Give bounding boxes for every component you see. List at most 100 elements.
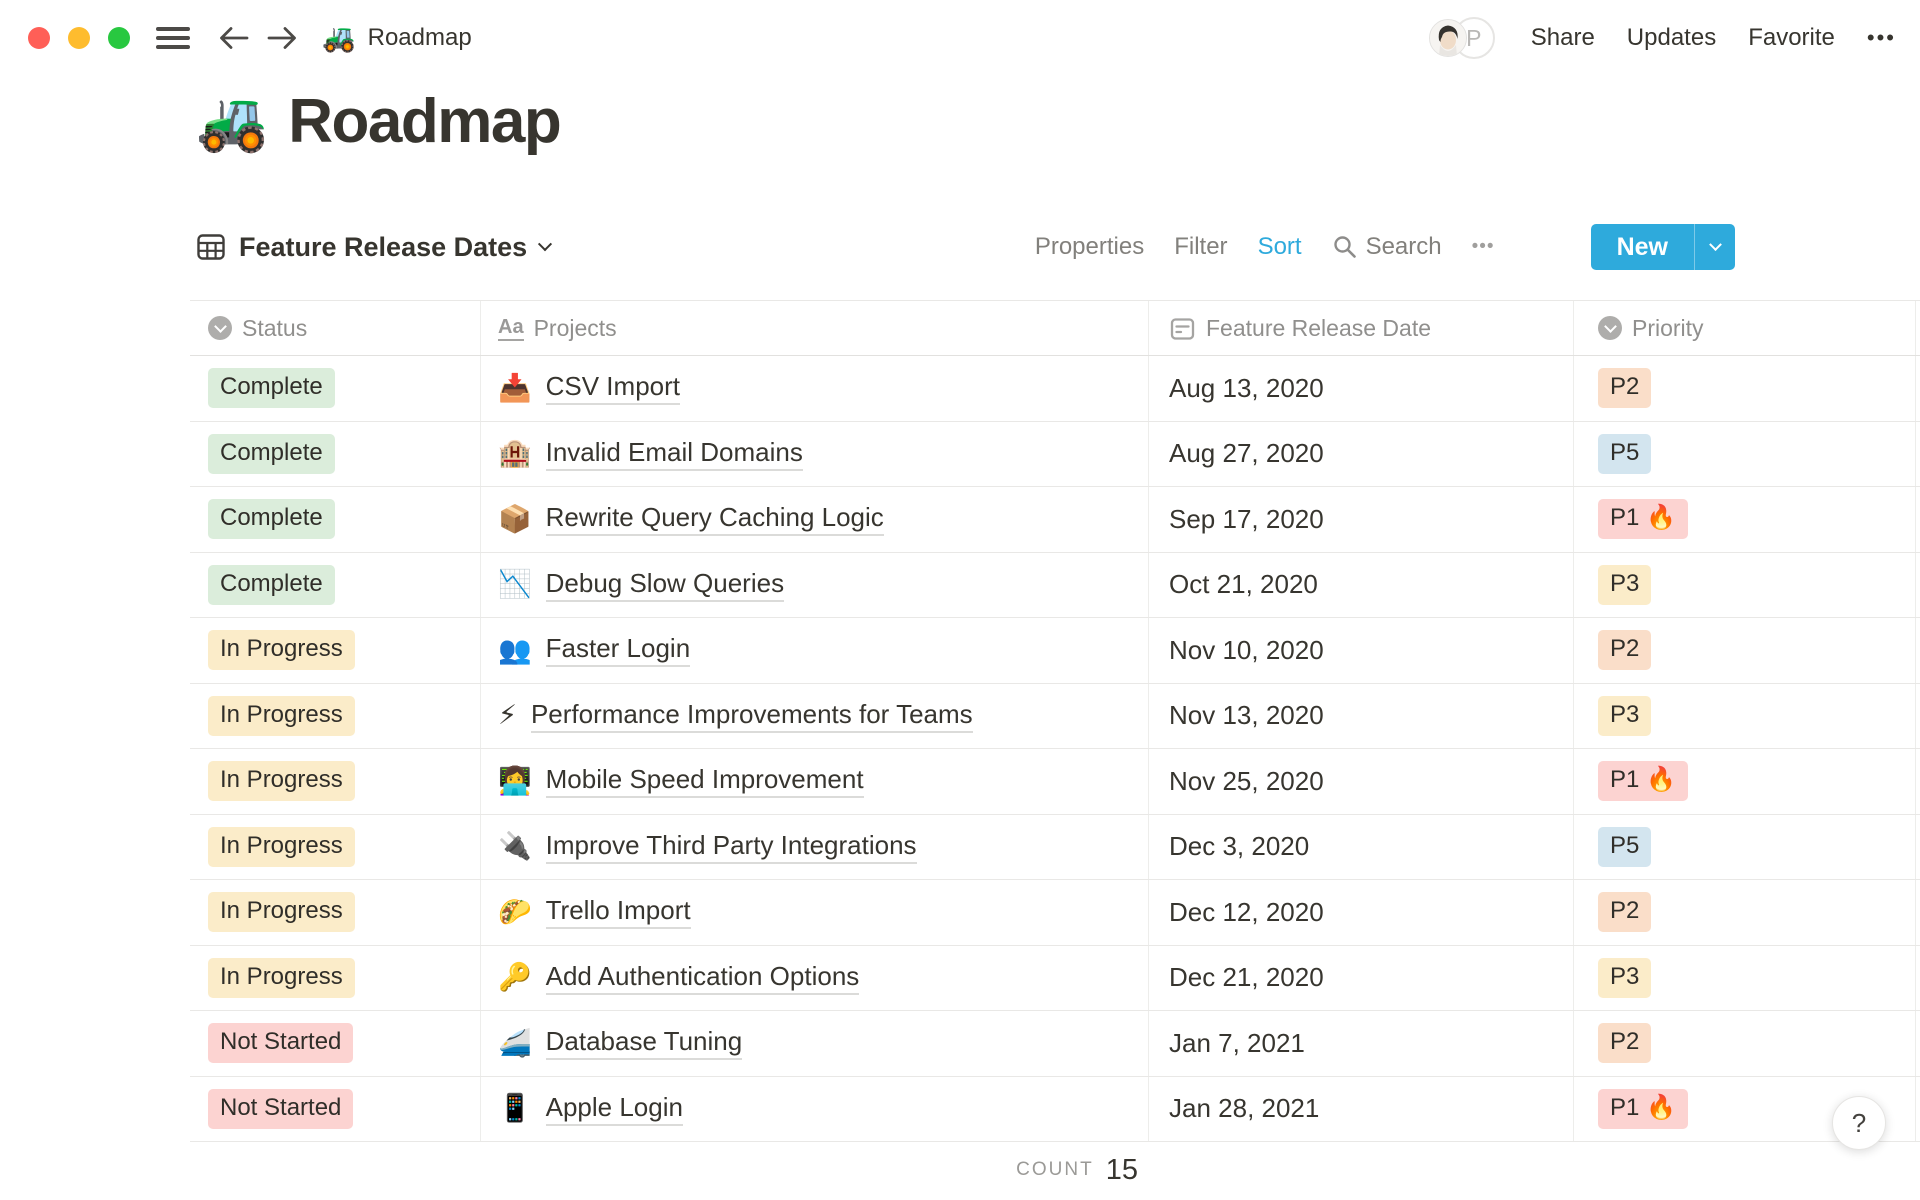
favorite-button[interactable]: Favorite	[1748, 24, 1835, 52]
status-cell[interactable]: In Progress	[190, 749, 480, 814]
project-link[interactable]: Debug Slow Queries	[545, 568, 785, 602]
project-link[interactable]: Performance Improvements for Teams	[530, 699, 973, 733]
status-cell[interactable]: Complete	[190, 553, 480, 618]
view-more-options-icon[interactable]: •••	[1472, 236, 1495, 258]
date-cell[interactable]: Dec 3, 2020	[1148, 814, 1573, 879]
project-link[interactable]: CSV Import	[545, 371, 680, 406]
date-cell[interactable]: Jan 7, 2021	[1148, 1011, 1573, 1076]
search-button[interactable]: Search	[1332, 233, 1442, 261]
new-record-button[interactable]: New	[1590, 224, 1735, 270]
project-emoji-icon: 👥	[498, 634, 532, 665]
status-cell[interactable]: Complete	[190, 422, 480, 487]
priority-cell[interactable]: P1 🔥	[1573, 749, 1916, 814]
close-window-button[interactable]	[28, 27, 50, 49]
zoom-window-button[interactable]	[108, 27, 130, 49]
table-body: Complete 📥 CSV Import Aug 13, 2020 P2 Co…	[190, 356, 1920, 1142]
date-cell[interactable]: Aug 13, 2020	[1148, 356, 1573, 421]
status-cell[interactable]: In Progress	[190, 684, 480, 749]
new-button-dropdown[interactable]	[1695, 224, 1735, 270]
column-header-status[interactable]: Status	[190, 301, 480, 355]
column-header-priority[interactable]: Priority	[1573, 301, 1916, 355]
priority-cell[interactable]: P5	[1573, 421, 1916, 486]
date-cell[interactable]: Nov 25, 2020	[1148, 749, 1573, 814]
project-cell[interactable]: 👩‍💻 Mobile Speed Improvement	[480, 749, 1148, 814]
column-header-feature-release-date[interactable]: Feature Release Date	[1148, 301, 1573, 355]
priority-cell[interactable]: P3	[1573, 683, 1916, 748]
status-cell[interactable]: Not Started	[190, 1077, 480, 1142]
priority-cell[interactable]: P3	[1573, 945, 1916, 1010]
date-cell[interactable]: Nov 10, 2020	[1148, 618, 1573, 683]
project-cell[interactable]: 📉 Debug Slow Queries	[480, 552, 1148, 617]
priority-cell[interactable]: P5	[1573, 814, 1916, 879]
project-cell[interactable]: 📱 Apple Login	[480, 1076, 1148, 1141]
project-cell[interactable]: 🔌 Improve Third Party Integrations	[480, 814, 1148, 879]
view-selector[interactable]: Feature Release Dates	[196, 222, 553, 272]
status-badge: In Progress	[208, 761, 355, 802]
search-label: Search	[1365, 233, 1442, 260]
project-emoji-icon: 📥	[498, 372, 532, 403]
status-cell[interactable]: In Progress	[190, 815, 480, 880]
page-header: 🚜 Roadmap	[196, 86, 562, 157]
date-cell[interactable]: Jan 28, 2021	[1148, 1076, 1573, 1141]
project-cell[interactable]: 📥 CSV Import	[480, 356, 1148, 421]
back-arrow-icon[interactable]	[214, 18, 254, 58]
breadcrumb[interactable]: 🚜 Roadmap	[322, 24, 472, 52]
chevron-down-icon	[538, 237, 553, 252]
project-link[interactable]: Trello Import	[545, 895, 691, 930]
project-link[interactable]: Invalid Email Domains	[545, 437, 803, 471]
status-badge: In Progress	[208, 630, 355, 671]
priority-cell[interactable]: P3	[1573, 552, 1916, 617]
filter-button[interactable]: Filter	[1174, 233, 1227, 261]
status-cell[interactable]: In Progress	[190, 946, 480, 1011]
date-cell[interactable]: Oct 21, 2020	[1148, 552, 1573, 617]
project-link[interactable]: Apple Login	[545, 1092, 683, 1126]
status-cell[interactable]: Not Started	[190, 1011, 480, 1076]
status-badge: Complete	[208, 499, 335, 540]
priority-cell[interactable]: P2	[1573, 356, 1916, 421]
collaborator-avatars[interactable]: P	[1428, 17, 1495, 59]
priority-cell[interactable]: P2	[1573, 1011, 1916, 1076]
table-footer-count[interactable]: COUNT 15	[190, 1142, 1148, 1198]
project-cell[interactable]: 🌮 Trello Import	[480, 880, 1148, 945]
table-row: Complete 📦 Rewrite Query Caching Logic S…	[190, 487, 1920, 553]
project-link[interactable]: Mobile Speed Improvement	[545, 764, 864, 799]
help-button[interactable]: ?	[1832, 1096, 1886, 1150]
minimize-window-button[interactable]	[68, 27, 90, 49]
project-link[interactable]: Faster Login	[545, 633, 691, 668]
project-link[interactable]: Database Tuning	[545, 1026, 743, 1061]
status-cell[interactable]: Complete	[190, 356, 480, 421]
status-cell[interactable]: Complete	[190, 487, 480, 552]
more-options-icon[interactable]: •••	[1867, 25, 1896, 51]
date-cell[interactable]: Dec 12, 2020	[1148, 880, 1573, 945]
status-cell[interactable]: In Progress	[190, 880, 480, 945]
project-cell[interactable]: 👥 Faster Login	[480, 618, 1148, 683]
project-cell[interactable]: 📦 Rewrite Query Caching Logic	[480, 487, 1148, 552]
project-emoji-icon: 🔌	[498, 831, 532, 862]
status-badge: In Progress	[208, 957, 355, 998]
date-cell[interactable]: Aug 27, 2020	[1148, 421, 1573, 486]
project-cell[interactable]: ⚡ Performance Improvements for Teams	[480, 683, 1148, 748]
database-table: Status Aa Projects Feature Release Date …	[190, 300, 1920, 1142]
page-title[interactable]: Roadmap	[288, 86, 561, 157]
date-cell[interactable]: Dec 21, 2020	[1148, 945, 1573, 1010]
page-icon-tractor-emoji[interactable]: 🚜	[196, 92, 268, 151]
date-cell[interactable]: Sep 17, 2020	[1148, 487, 1573, 552]
priority-cell[interactable]: P2	[1573, 880, 1916, 945]
sort-button[interactable]: Sort	[1258, 233, 1302, 261]
priority-cell[interactable]: P1 🔥	[1573, 487, 1916, 552]
date-cell[interactable]: Nov 13, 2020	[1148, 683, 1573, 748]
project-link[interactable]: Add Authentication Options	[545, 961, 860, 995]
project-cell[interactable]: 🏨 Invalid Email Domains	[480, 421, 1148, 486]
share-button[interactable]: Share	[1531, 24, 1595, 52]
project-link[interactable]: Rewrite Query Caching Logic	[545, 502, 884, 537]
updates-button[interactable]: Updates	[1627, 24, 1716, 52]
forward-arrow-icon[interactable]	[262, 18, 302, 58]
priority-cell[interactable]: P2	[1573, 618, 1916, 683]
status-cell[interactable]: In Progress	[190, 618, 480, 683]
project-cell[interactable]: 🚄 Database Tuning	[480, 1011, 1148, 1076]
column-header-projects[interactable]: Aa Projects	[480, 301, 1148, 355]
project-link[interactable]: Improve Third Party Integrations	[545, 830, 917, 864]
sidebar-menu-icon[interactable]	[156, 25, 190, 51]
properties-button[interactable]: Properties	[1035, 233, 1144, 261]
project-cell[interactable]: 🔑 Add Authentication Options	[480, 945, 1148, 1010]
